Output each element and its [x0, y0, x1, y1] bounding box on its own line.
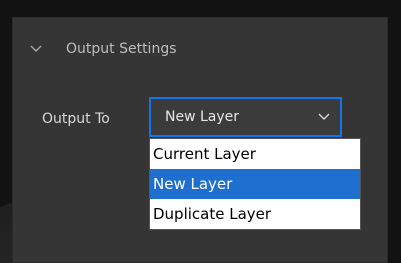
output-to-select[interactable]: New Layer: [149, 97, 342, 137]
output-to-selected-value: New Layer: [165, 109, 240, 125]
dropdown-option-current-layer[interactable]: Current Layer: [150, 139, 360, 169]
section-title: Output Settings: [66, 41, 177, 57]
chevron-down-icon[interactable]: [30, 43, 42, 55]
dropdown-option-new-layer[interactable]: New Layer: [150, 169, 360, 199]
chevron-down-icon: [318, 113, 330, 120]
dropdown-option-duplicate-layer[interactable]: Duplicate Layer: [150, 199, 360, 229]
output-to-dropdown-list: Current Layer New Layer Duplicate Layer: [149, 138, 361, 230]
output-to-row: Output To: [42, 104, 110, 134]
output-to-label: Output To: [42, 111, 110, 127]
section-header-output-settings[interactable]: Output Settings: [30, 38, 177, 60]
